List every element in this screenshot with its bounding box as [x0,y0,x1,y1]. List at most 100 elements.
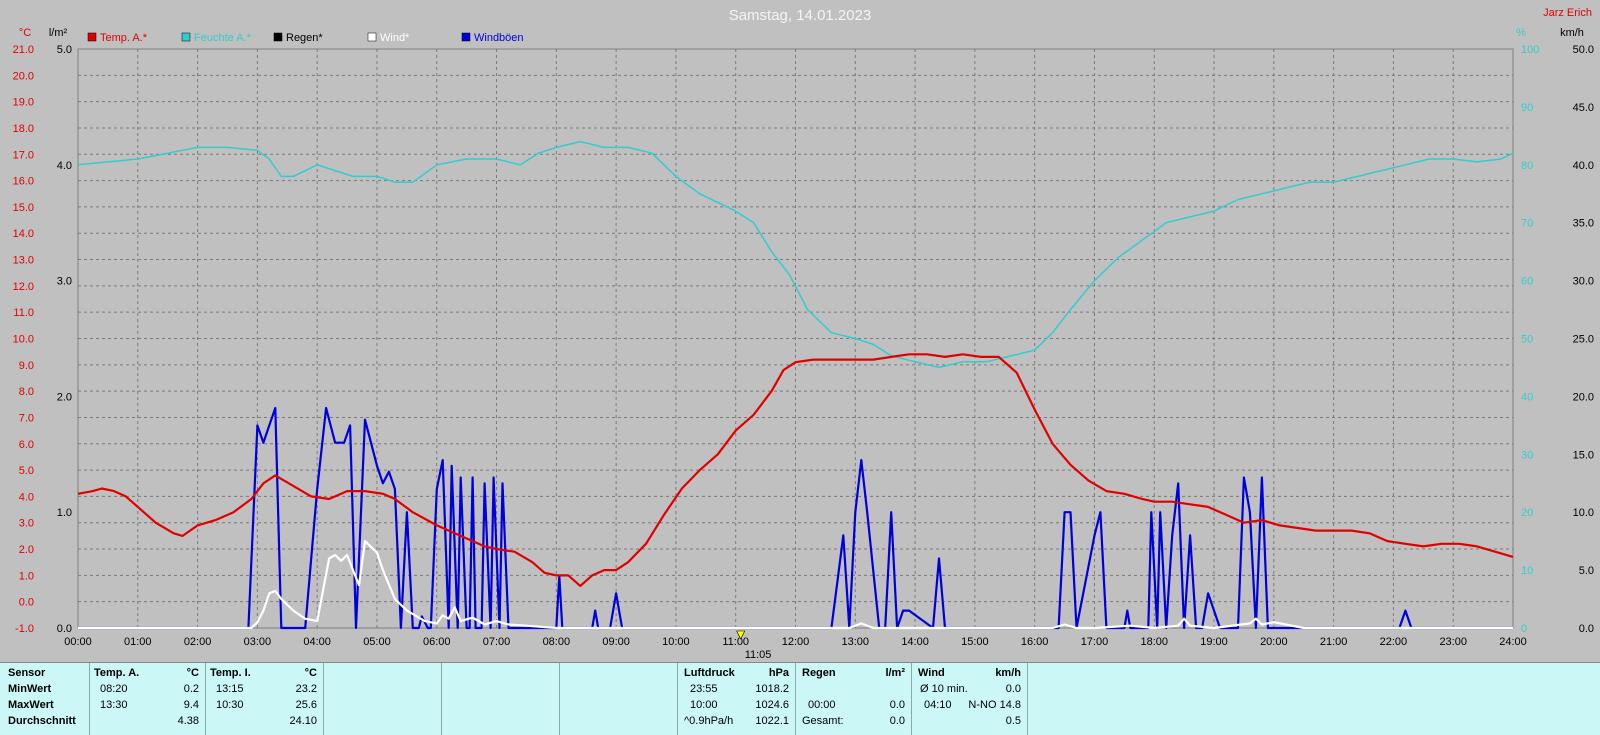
stats-temp-a: Temp. A. °C 08:20 0.2 13:30 9.4 4.38 [90,663,206,735]
legend-swatch-gust [461,32,471,42]
chart-title: Samstag, 14.01.2023 [729,7,872,24]
wind-axis-unit: km/h [1560,27,1584,39]
x-tick-label: 07:00 [483,636,511,648]
wind-tick-label: 25.0 [1573,334,1594,346]
legend-label-temp: Temp. A.* [100,32,148,44]
temp-tick-label: 18.0 [13,123,34,135]
humidity-tick-label: 60 [1521,276,1533,288]
wind-r1-value: 0.0 [1005,683,1021,695]
rain-tick-label: 1.0 [57,507,72,519]
wind-tick-label: 10.0 [1573,507,1594,519]
rain-r2-value: 0.0 [889,699,905,711]
wind-tick-label: 35.0 [1573,218,1594,230]
pressure-r2-value: 1024.6 [755,699,789,711]
stats-empty-2 [442,663,560,735]
temp-a-avg: 4.38 [177,715,199,727]
x-tick-label: 24:00 [1499,636,1527,648]
x-tick-label: 13:00 [842,636,870,648]
x-tick-label: 05:00 [363,636,391,648]
pressure-r1-value: 1018.2 [755,683,789,695]
temp-tick-label: -1.0 [15,623,34,635]
x-tick-label: 01:00 [124,636,152,648]
x-tick-label: 20:00 [1260,636,1288,648]
legend-swatch-rain [273,32,283,42]
temp-tick-label: 13.0 [13,255,34,267]
humidity-tick-label: 80 [1521,160,1533,172]
stats-temp-i: Temp. I. °C 13:15 23.2 10:30 25.6 24.10 [206,663,324,735]
temp-tick-label: 0.0 [19,597,34,609]
temp-tick-label: 6.0 [19,439,34,451]
wind-tick-label: 20.0 [1573,391,1594,403]
temp-i-max: 25.6 [295,699,317,711]
temp-tick-label: 8.0 [19,386,34,398]
stats-row-labels: Sensor MinWert MaxWert Durchschnitt [0,663,90,735]
row-label-max: MaxWert [8,699,54,711]
pressure-title: Luftdruck [684,667,735,679]
temp-tick-label: 1.0 [19,570,34,582]
x-tick-label: 23:00 [1439,636,1467,648]
legend-swatch-humidity [181,32,191,42]
temp-tick-label: 9.0 [19,360,34,372]
temp-tick-label: 19.0 [13,97,34,109]
wind-tick-label: 5.0 [1579,565,1594,577]
wind-tick-label: 30.0 [1573,276,1594,288]
x-tick-label: 10:00 [662,636,690,648]
wind-r2-value: N-NO 14.8 [968,699,1021,711]
rain-tick-label: 0.0 [57,623,72,635]
pressure-r1-label: 23:55 [690,683,718,695]
temp-i-max-time: 10:30 [216,699,244,711]
chart-area: °C l/m²% km/h 21.0 20.0 19.0 18.0 17.0 16.0 15.0 1… [0,0,1600,662]
wind-title: Wind [918,667,945,679]
stats-rain: Regen l/m² 00:00 0.0 Gesamt: 0.0 [796,663,912,735]
temp-tick-label: 14.0 [13,228,34,240]
x-tick-label: 15:00 [961,636,989,648]
temp-axis-unit: °C [19,27,31,39]
pressure-r2-label: 10:00 [690,699,718,711]
pressure-r3-value: 1022.1 [755,715,789,727]
stats-wind: Wind km/h Ø 10 min. 0.0 04:10 N-NO 14.8 … [912,663,1028,735]
temp-tick-label: 21.0 [13,44,34,56]
humidity-tick-label: 0 [1521,623,1527,635]
row-label-min: MinWert [8,683,52,695]
temp-tick-label: 12.0 [13,281,34,293]
x-tick-label: 22:00 [1380,636,1408,648]
rain-tick-label: 3.0 [57,276,72,288]
humidity-tick-label: 90 [1521,102,1533,114]
x-tick-label: 17:00 [1081,636,1109,648]
author-label: Jarz Erich [1543,7,1592,19]
x-tick-label: 11:00 [722,636,749,648]
humidity-tick-label: 30 [1521,449,1533,461]
humidity-tick-label: 40 [1521,391,1533,403]
temp-i-min: 23.2 [295,683,317,695]
rain-r2-label: 00:00 [808,699,836,711]
rain-axis-unit: l/m² [49,27,68,39]
humidity-tick-label: 100 [1521,44,1539,56]
x-tick-label: 14:00 [901,636,929,648]
rain-tick-label: 2.0 [57,391,72,403]
temp-tick-label: 3.0 [19,518,34,530]
wind-tick-label: 50.0 [1573,44,1594,56]
humidity-tick-label: 70 [1521,218,1533,230]
humidity-tick-label: 10 [1521,565,1533,577]
legend-label-humidity: Feuchte A.* [194,32,252,44]
x-tick-label: 02:00 [184,636,212,648]
temp-i-title: Temp. I. [210,667,251,679]
temp-tick-label: 11.0 [13,307,34,319]
temp-a-min: 0.2 [183,683,199,695]
wind-r1-label: Ø 10 min. [920,683,968,695]
x-tick-label: 16:00 [1021,636,1049,648]
rain-tick-label: 5.0 [57,44,72,56]
temp-a-max-time: 13:30 [100,699,128,711]
legend-swatch-wind [367,32,377,42]
temp-a-title: Temp. A. [94,667,140,679]
pressure-r3-label: ^0.9hPa/h [684,715,734,727]
wind-r3-value: 0.5 [1005,715,1021,727]
stats-empty-3 [560,663,678,735]
humidity-axis-unit: % [1516,27,1526,39]
wind-tick-label: 0.0 [1579,623,1594,635]
temp-i-avg: 24.10 [289,715,317,727]
legend-label-gust: Windböen [474,32,524,44]
x-tick-label: 08:00 [543,636,571,648]
x-tick-label: 12:00 [782,636,810,648]
temp-tick-label: 7.0 [19,412,34,424]
